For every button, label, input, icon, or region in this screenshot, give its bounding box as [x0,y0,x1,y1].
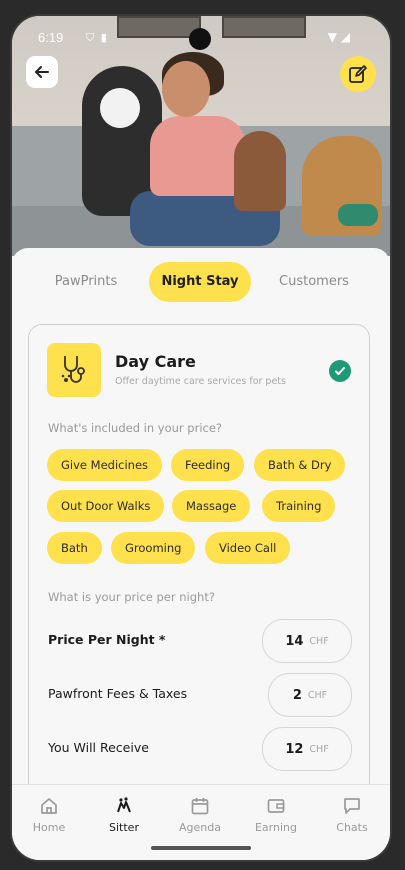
tab-bar: PawPrints Night Stay Customers [12,262,390,302]
dog-small-brown [234,131,286,211]
edit-icon [349,65,367,83]
price-label: Pawfront Fees & Taxes [48,686,188,701]
nav-label: Agenda [179,821,221,834]
chip-out-door-walks[interactable]: Out Door Walks [47,490,165,522]
check-icon [335,367,345,375]
nav-label: Earning [254,821,297,834]
chip-bath[interactable]: Bath [47,532,102,564]
arrow-left-icon [35,66,49,78]
chip-massage[interactable]: Massage [172,490,251,522]
selected-check[interactable] [329,360,351,382]
chip-training[interactable]: Training [262,490,336,522]
price-question: What is your price per night? [48,590,215,604]
calendar-icon [191,798,209,815]
price-row-fees: Pawfront Fees & Taxes 2 CHF [48,673,352,717]
price-currency: CHF [309,743,329,755]
dog-face [100,88,140,128]
price-value: 2 [292,687,302,703]
price-per-night-input[interactable]: 14 CHF [262,619,352,663]
chip-give-medicines[interactable]: Give Medicines [47,449,163,481]
signal-icon: ◢ [340,30,350,44]
home-indicator[interactable] [151,846,251,850]
price-currency: CHF [307,689,328,701]
nav-label: Chats [336,821,368,834]
hero-photo: 6:19 ⛉ ▮ ▼ ◢ [12,16,390,256]
service-subtitle: Offer daytime care services for pets [115,376,286,387]
wall-frame [117,16,201,38]
fees-value-box: 2 CHF [268,673,352,717]
price-label: Price Per Night * [48,632,166,647]
nav-sitter[interactable]: Sitter [89,795,159,834]
nav-label: Sitter [109,821,139,834]
back-button[interactable] [26,56,58,88]
price-row-per-night: Price Per Night * 14 CHF [48,619,352,663]
person-head [162,61,210,117]
chat-icon [344,798,360,814]
sim-icon: ▮ [100,31,107,44]
stethoscope-paw-icon [61,356,85,383]
tab-night-stay[interactable]: Night Stay [149,262,251,302]
service-card: Day Care Offer daytime care services for… [28,324,370,796]
price-label: You Will Receive [48,740,149,755]
home-icon [41,798,57,814]
shield-icon: ⛉ [86,31,95,44]
wall-frame [222,16,306,38]
nav-earning[interactable]: Earning [241,795,311,834]
person-shirt [150,116,246,196]
dog-toy [338,204,378,226]
status-icons: ⛉ ▮ [72,31,107,45]
camera-cutout [189,28,211,50]
wifi-icon: ▼ [327,30,337,44]
content-sheet: PawPrints Night Stay Customers Day Care … [12,248,390,796]
receive-value-box: 12 CHF [262,727,352,771]
nav-label: Home [32,821,66,834]
service-title: Day Care [115,352,196,371]
sitter-icon [117,797,131,813]
nav-home[interactable]: Home [14,795,84,834]
included-question: What's included in your price? [48,421,223,435]
status-time: 6:19 [38,30,64,45]
chip-feeding[interactable]: Feeding [171,449,245,481]
tab-pawprints[interactable]: PawPrints [36,262,136,302]
wallet-icon [267,799,285,813]
price-value: 14 [285,633,304,649]
price-row-receive: You Will Receive 12 CHF [48,727,352,771]
chip-grooming[interactable]: Grooming [111,532,196,564]
phone-screen: 6:19 ⛉ ▮ ▼ ◢ PawPrints Night Stay Custom… [10,14,392,862]
status-right: ▼ ◢ [328,30,350,44]
nav-agenda[interactable]: Agenda [165,795,235,834]
price-currency: CHF [309,635,329,647]
edit-button[interactable] [340,56,376,92]
tab-customers[interactable]: Customers [264,262,364,302]
chip-bath-dry[interactable]: Bath & Dry [254,449,346,481]
chip-video-call[interactable]: Video Call [205,532,291,564]
nav-chats[interactable]: Chats [317,795,387,834]
service-icon-box [47,343,101,397]
price-value: 12 [285,741,304,757]
